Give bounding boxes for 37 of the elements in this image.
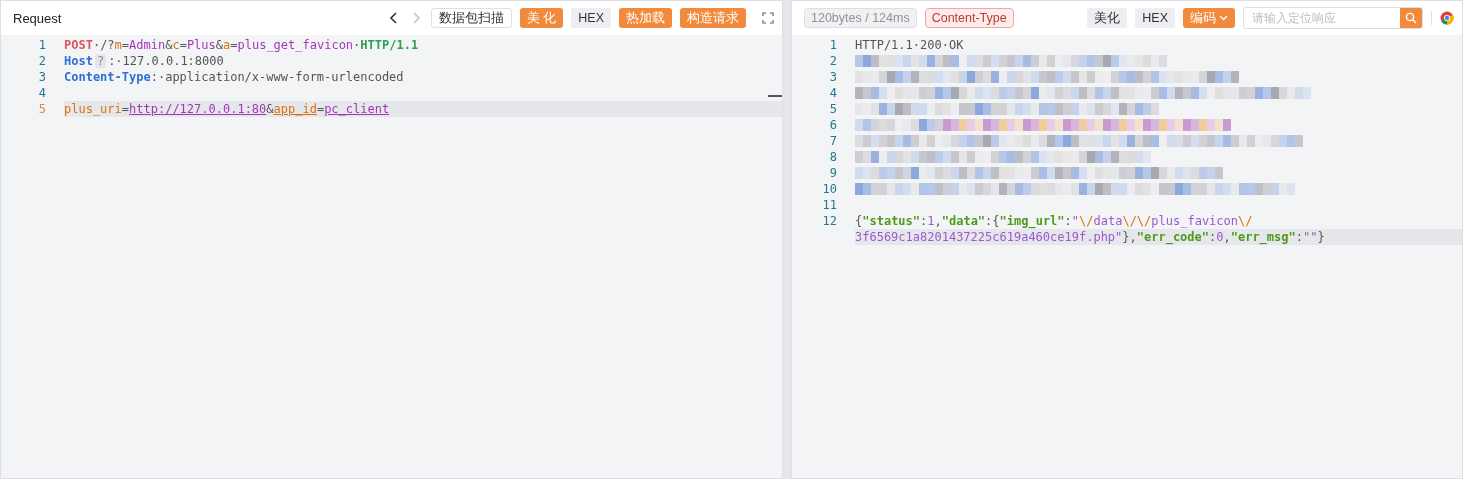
search-field[interactable]: 请输入定位响应	[1243, 7, 1423, 29]
fullscreen-icon[interactable]	[762, 12, 774, 24]
code-editor[interactable]: 1 HTTP/1.1·200·OK 2 3 4 5 6 7 8 9 10 11 12 {"status":1,"data":{"img_url":"\/data\/\/plus_favicon\/ 3f6569c1a8201437225c619a460ce19f.php"},"err_code":0,"err_msg":""}	[792, 35, 1462, 478]
code-line: Host ? :·127.0.0.1:8000	[64, 53, 225, 69]
panel-title: Request	[13, 10, 62, 26]
line-number: 1	[828, 37, 837, 53]
line-number: 1	[37, 37, 46, 53]
toolbar-button[interactable]: HEX	[1135, 8, 1175, 28]
toolbar-button[interactable]: 美化	[1087, 8, 1128, 28]
toolbar-button[interactable]: HEX	[571, 8, 611, 28]
line-number: 6	[828, 117, 837, 133]
line-number: 7	[828, 133, 837, 149]
size-time-label: 120bytes / 124ms	[804, 8, 917, 28]
line-number: 2	[828, 53, 837, 69]
code-line: Content-Type:·application/x-www-form-urlencoded	[64, 69, 405, 85]
code-line: HTTP/1.1·200·OK	[855, 37, 965, 53]
chevron-down-icon	[1219, 15, 1228, 21]
line-number: 10	[821, 181, 837, 197]
line-number: 4	[37, 85, 46, 101]
search-button[interactable]	[1400, 8, 1422, 28]
line-number: 3	[37, 69, 46, 85]
browser-icon[interactable]	[1440, 11, 1454, 25]
line-number: 9	[828, 165, 837, 181]
content-type-tag: Content-Type	[924, 8, 1014, 28]
code-line: {"status":1,"data":{"img_url":"\/data\/\/plus_favicon\/	[855, 213, 1254, 229]
code-editor[interactable]: 1 POST·/?m=Admin&c=Plus&a=plus_get_favicon·HTTP/1.1 2 Host ? :·127.0.0.1:8000 3 Content-Type:·application/x-www-form-urlencoded 4 5 plus_uri=http://127.0.0.1:80&app_id=pc_client	[1, 35, 782, 478]
line-number: 3	[828, 69, 837, 85]
line-number: 11	[821, 197, 837, 213]
line-number: 8	[828, 149, 837, 165]
line-number: 5	[37, 101, 46, 117]
line-number: 2	[37, 53, 46, 69]
code-line: POST·/?m=Admin&c=Plus&a=plus_get_favicon·HTTP/1.1	[64, 37, 420, 53]
line-number: 5	[828, 101, 837, 117]
search-icon	[1405, 12, 1417, 24]
line-number: 4	[828, 85, 837, 101]
line-number: 12	[821, 213, 837, 230]
toolbar-button[interactable]: 数据包扫描	[430, 8, 512, 28]
